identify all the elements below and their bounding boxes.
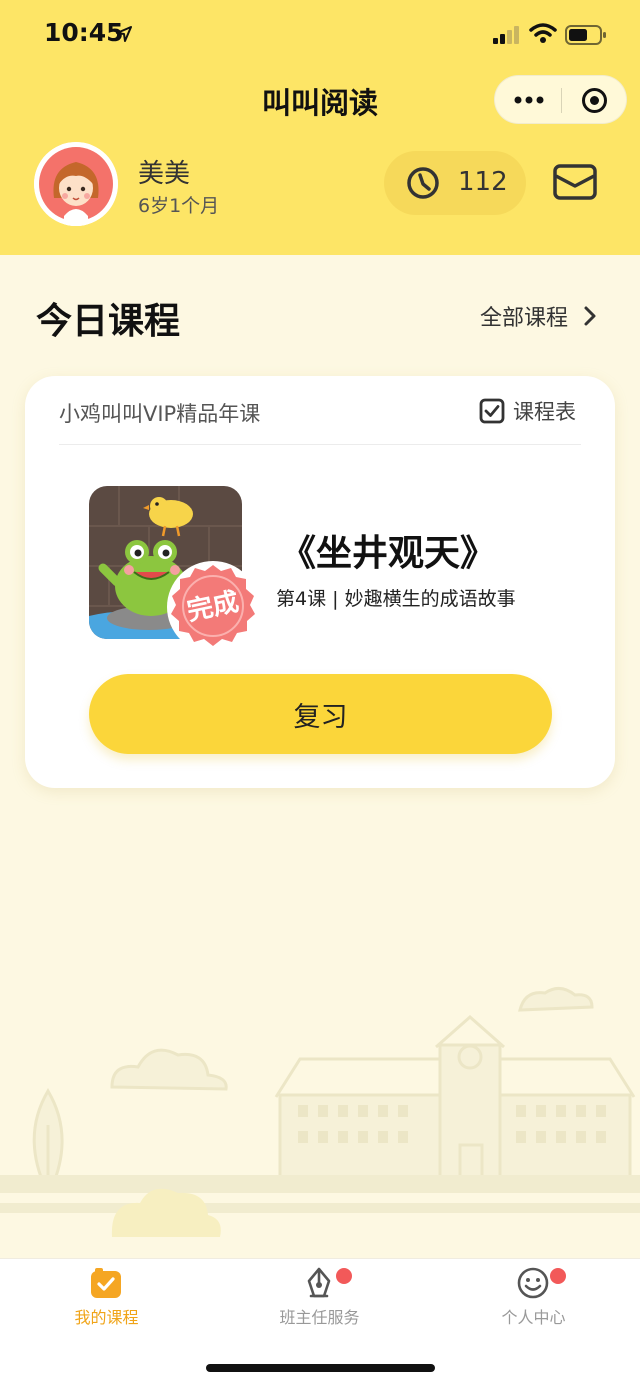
my-courses-icon <box>91 1268 121 1298</box>
study-minutes: 112 <box>458 167 508 197</box>
schedule-label: 课程表 <box>513 400 576 424</box>
all-courses-link[interactable]: 全部课程 <box>480 300 568 332</box>
today-courses-title: 今日课程 <box>36 301 181 342</box>
mail-icon[interactable] <box>553 164 597 200</box>
location-arrow-icon <box>116 26 132 42</box>
chevron-right-icon[interactable] <box>583 305 597 327</box>
review-button[interactable]: 复习 <box>89 674 552 754</box>
tab-my-courses[interactable]: 我的课程 <box>0 1259 213 1339</box>
user-age: 6岁1个月 <box>138 195 220 217</box>
home-indicator <box>206 1364 435 1372</box>
top-header: 10:45 叫叫阅读 美美 6岁1个月 112 <box>0 0 640 255</box>
more-icon[interactable] <box>513 90 545 110</box>
course-name: 小鸡叫叫VIP精品年课 <box>59 402 261 426</box>
close-mini-program-icon[interactable] <box>581 87 608 114</box>
battery-icon <box>565 25 606 45</box>
avatar[interactable] <box>34 142 118 226</box>
wifi-icon <box>529 23 557 43</box>
profile-icon <box>517 1267 549 1299</box>
teacher-service-badge <box>336 1268 352 1284</box>
schedule-button[interactable]: 课程表 <box>479 396 589 426</box>
course-card: 小鸡叫叫VIP精品年课 课程表 完成 《坐井观天》 第4课 | 妙趣横生的成语故… <box>25 376 615 788</box>
school-background-illustration <box>0 987 640 1237</box>
clock-icon <box>407 167 439 199</box>
status-time: 10:45 <box>44 18 124 47</box>
tab-profile-label: 个人中心 <box>501 1308 566 1327</box>
signal-icon <box>493 26 519 44</box>
capsule-divider <box>561 88 562 113</box>
study-time-pill[interactable]: 112 <box>384 151 526 215</box>
girl-avatar-icon <box>34 142 118 226</box>
tab-profile[interactable]: 个人中心 <box>427 1259 640 1339</box>
completed-stamp-label: 完成 <box>184 586 242 628</box>
checkbox-icon <box>479 398 505 424</box>
user-name: 美美 <box>138 159 191 189</box>
card-divider <box>59 444 581 445</box>
tab-my-courses-label: 我的课程 <box>74 1308 139 1327</box>
mini-program-capsule <box>494 75 627 124</box>
tab-teacher-service[interactable]: 班主任服务 <box>213 1259 426 1339</box>
status-bar: 10:45 <box>0 0 640 70</box>
lesson-subtitle: 第4课 | 妙趣横生的成语故事 <box>276 588 516 610</box>
tab-teacher-service-label: 班主任服务 <box>279 1308 360 1327</box>
teacher-service-icon <box>307 1267 331 1298</box>
profile-badge <box>550 1268 566 1284</box>
lesson-title: 《坐井观天》 <box>280 533 497 574</box>
